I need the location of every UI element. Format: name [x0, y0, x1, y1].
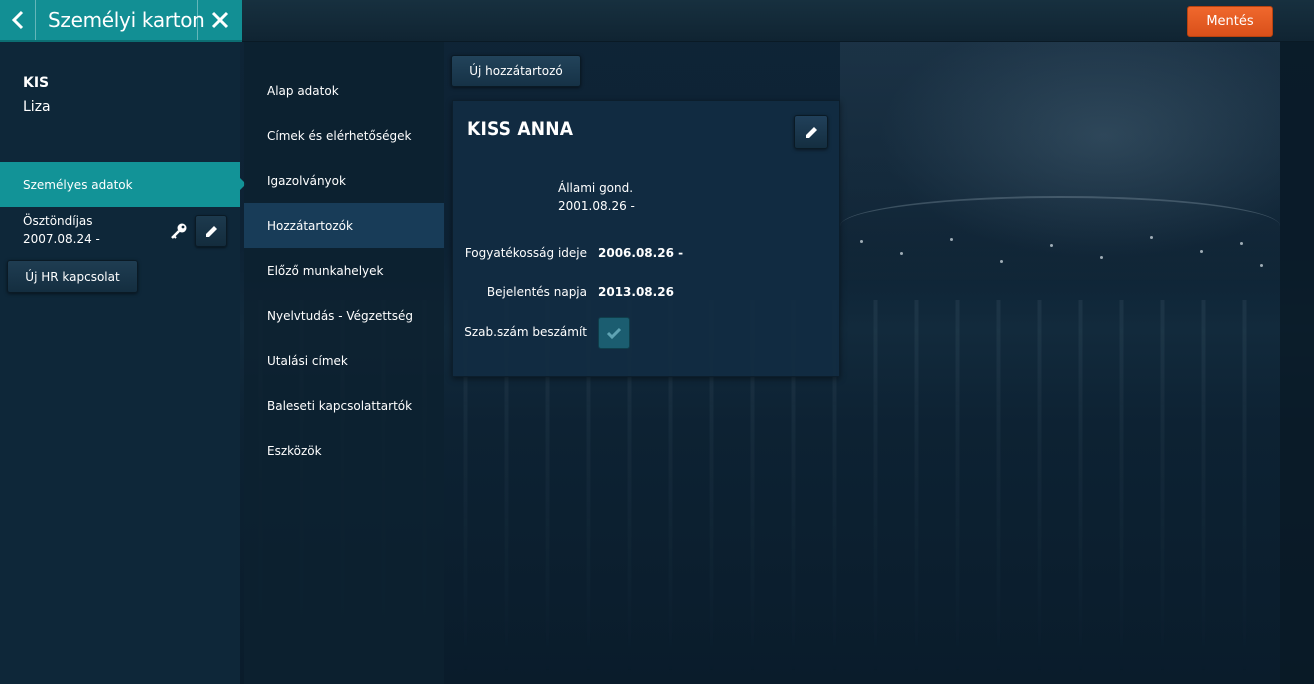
- nav-item-languages-education[interactable]: Nyelvtudás - Végzettség: [244, 293, 444, 338]
- nav-item-transfer-addresses[interactable]: Utalási címek: [244, 338, 444, 383]
- relative-status-date: 2001.08.26 -: [558, 199, 635, 213]
- key-icon: [171, 223, 187, 239]
- close-button[interactable]: [197, 0, 242, 40]
- nav-item-devices[interactable]: Eszközök: [244, 428, 444, 473]
- sidebar-item-personal-data[interactable]: Személyes adatok: [0, 162, 246, 207]
- nav-item-previous-jobs[interactable]: Előző munkahelyek: [244, 248, 444, 293]
- nav-item-addresses[interactable]: Címek és elérhetőségek: [244, 113, 444, 158]
- relative-status-type: Állami gond.: [558, 181, 634, 195]
- nav-item-basic-data[interactable]: Alap adatok: [244, 68, 444, 113]
- new-relative-button[interactable]: Új hozzátartozó: [451, 55, 581, 87]
- hr-relation[interactable]: Ösztöndíjas 2007.08.24 -: [23, 212, 100, 248]
- tax-count-checkbox[interactable]: [598, 317, 630, 349]
- title-box: Személyi karton: [0, 0, 242, 42]
- edit-hr-relation-button[interactable]: [195, 215, 227, 247]
- save-button[interactable]: Mentés: [1187, 6, 1273, 37]
- relative-name: KISS ANNA: [467, 118, 574, 140]
- new-hr-relation-button[interactable]: Új HR kapcsolat: [7, 260, 138, 293]
- disability-date-value: 2006.08.26 -: [598, 246, 684, 260]
- top-bar: Személyi karton Mentés: [0, 0, 1314, 42]
- person-first-name: Liza: [23, 99, 51, 115]
- checkmark-icon: [606, 327, 622, 340]
- pencil-icon: [205, 225, 217, 237]
- close-icon: [211, 11, 229, 29]
- background-right-strip: [1280, 40, 1314, 684]
- pencil-icon: [805, 126, 817, 138]
- report-date-label: Bejelentés napja: [486, 285, 587, 299]
- background-lights: [840, 230, 1280, 300]
- person-last-name: KIS: [23, 75, 50, 91]
- hr-relation-title: Ösztöndíjas: [23, 214, 93, 228]
- nav-item-relatives[interactable]: Hozzátartozók: [244, 203, 444, 248]
- edit-relative-button[interactable]: [794, 115, 828, 149]
- report-date-value: 2013.08.26: [598, 285, 674, 299]
- page-title: Személyi karton: [48, 8, 205, 32]
- left-sidebar: KIS Liza Személyes adatok Ösztöndíjas 20…: [0, 42, 246, 684]
- nav-item-emergency-contacts[interactable]: Baleseti kapcsolattartók: [244, 383, 444, 428]
- back-button[interactable]: [0, 0, 36, 40]
- hr-relation-date: 2007.08.24 -: [23, 232, 100, 246]
- disability-date-label: Fogyatékosság ideje: [464, 246, 587, 260]
- nav-item-ids[interactable]: Igazolványok: [244, 158, 444, 203]
- relative-status: Állami gond. 2001.08.26 -: [558, 179, 635, 215]
- section-nav: Alap adatok Címek és elérhetőségek Igazo…: [244, 42, 444, 684]
- tax-count-label: Szab.szám beszámít: [464, 325, 587, 339]
- chevron-left-icon: [11, 10, 23, 30]
- sidebar-item-label: Személyes adatok: [23, 177, 133, 192]
- relative-card: KISS ANNA Állami gond. 2001.08.26 - Fogy…: [452, 100, 840, 377]
